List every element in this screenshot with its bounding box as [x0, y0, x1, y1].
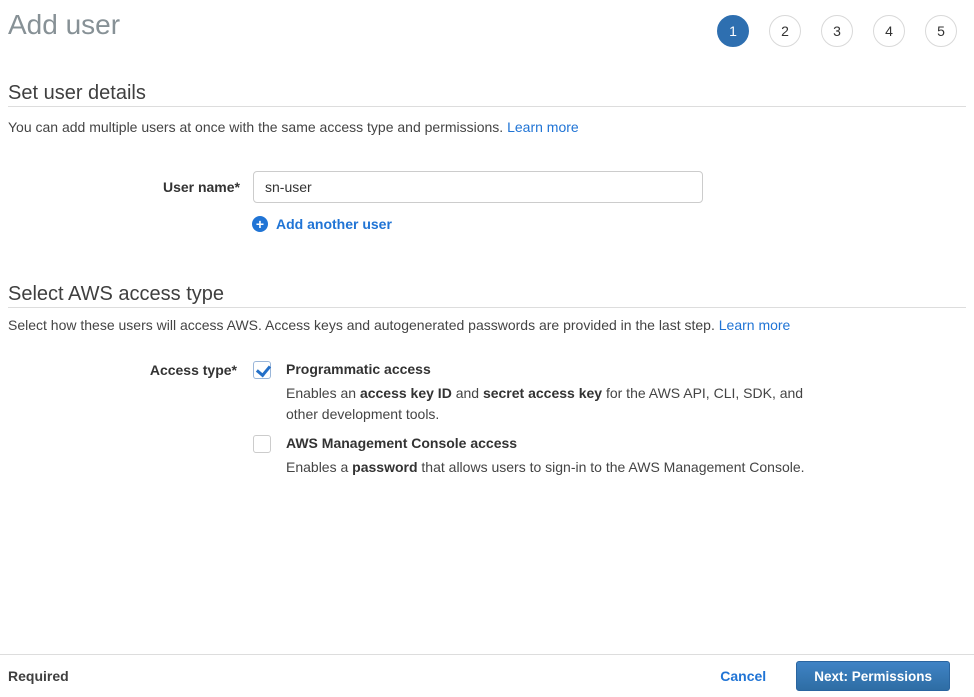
section-heading-user-details: Set user details: [8, 81, 146, 105]
add-another-user-label: Add another user: [276, 216, 392, 232]
user-name-label: User name*: [0, 179, 240, 195]
access-type-description-text: Select how these users will access AWS. …: [8, 317, 715, 333]
user-details-description-text: You can add multiple users at once with …: [8, 119, 503, 135]
option-console-access: AWS Management Console access Enables a …: [253, 434, 823, 478]
desc-segment: Enables an: [286, 385, 360, 401]
desc-segment: that allows users to sign-in to the AWS …: [418, 459, 805, 475]
plus-icon: +: [252, 216, 268, 232]
console-access-checkbox[interactable]: [253, 435, 271, 453]
section-divider: [8, 307, 966, 308]
desc-segment-bold: secret access key: [483, 385, 602, 401]
step-circle-2: 2: [769, 15, 801, 47]
cancel-button[interactable]: Cancel: [720, 668, 766, 684]
add-user-page: Add user 1 2 3 4 5 Set user details You …: [0, 0, 974, 697]
user-name-input[interactable]: [253, 171, 703, 203]
learn-more-link-access-type[interactable]: Learn more: [719, 317, 791, 333]
step-circle-5: 5: [925, 15, 957, 47]
step-circle-3: 3: [821, 15, 853, 47]
section-divider: [8, 106, 966, 107]
programmatic-access-checkbox[interactable]: [253, 361, 271, 379]
console-access-description: Enables a password that allows users to …: [286, 457, 810, 478]
next-permissions-button[interactable]: Next: Permissions: [796, 661, 950, 691]
wizard-step-indicator: 1 2 3 4 5: [717, 15, 957, 47]
section-heading-access-type: Select AWS access type: [8, 282, 224, 306]
option-programmatic-access: Programmatic access Enables an access ke…: [253, 360, 823, 425]
console-access-title[interactable]: AWS Management Console access: [286, 434, 823, 452]
access-type-label: Access type*: [0, 362, 237, 378]
add-another-user-button[interactable]: + Add another user: [252, 216, 392, 232]
step-circle-4: 4: [873, 15, 905, 47]
footer-actions: Cancel Next: Permissions: [720, 661, 950, 691]
programmatic-access-description: Enables an access key ID and secret acce…: [286, 383, 810, 425]
user-details-description: You can add multiple users at once with …: [8, 119, 579, 136]
programmatic-access-title[interactable]: Programmatic access: [286, 360, 823, 378]
footer-divider: [0, 654, 974, 655]
page-title: Add user: [8, 10, 120, 40]
desc-segment-bold: password: [352, 459, 417, 475]
desc-segment-bold: access key ID: [360, 385, 452, 401]
required-note: Required: [8, 668, 69, 684]
desc-segment: Enables a: [286, 459, 352, 475]
learn-more-link-user-details[interactable]: Learn more: [507, 119, 579, 135]
desc-segment: and: [452, 385, 483, 401]
step-circle-1: 1: [717, 15, 749, 47]
access-type-description: Select how these users will access AWS. …: [8, 317, 790, 334]
